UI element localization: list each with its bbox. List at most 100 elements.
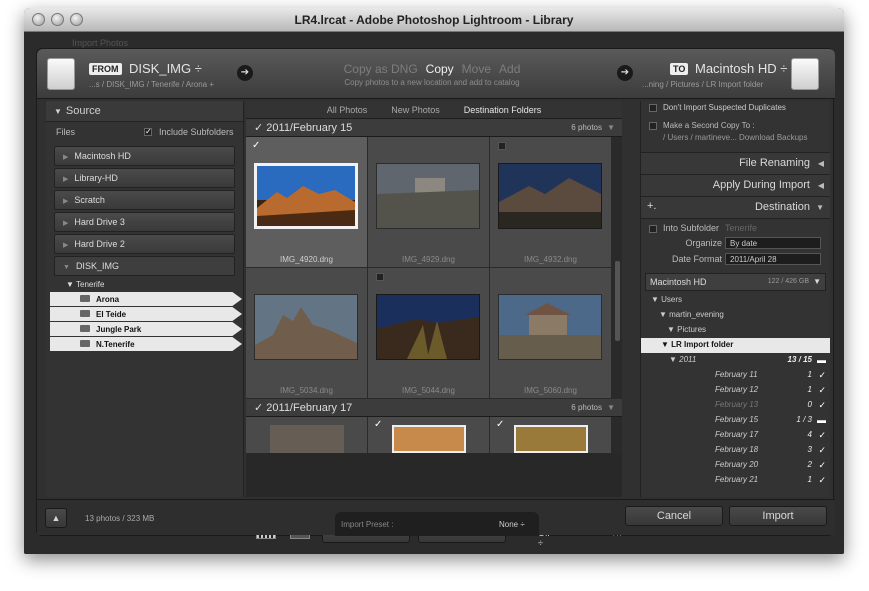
second-copy-path[interactable]: / Users / martineve... Download Backups bbox=[649, 130, 822, 142]
close-window-button[interactable] bbox=[32, 13, 45, 26]
checkbox[interactable] bbox=[649, 224, 657, 233]
minus-icon[interactable]: ▬ bbox=[817, 355, 826, 365]
folder-icon bbox=[80, 340, 90, 347]
volume-disk-img[interactable]: ▼ DISK_IMG bbox=[54, 256, 235, 276]
section-apply-during-import[interactable]: Apply During Import ◀ bbox=[641, 175, 830, 197]
zoom-window-button[interactable] bbox=[70, 13, 83, 26]
check-icon[interactable]: ✓ bbox=[496, 419, 504, 430]
tree-date-folder[interactable]: February 18 3 ✓ bbox=[641, 443, 830, 458]
check-icon[interactable]: ✓ bbox=[374, 419, 382, 430]
check-icon[interactable]: ✓ bbox=[818, 430, 826, 441]
mode-move[interactable]: Move bbox=[462, 62, 491, 76]
source-disk-icon[interactable] bbox=[47, 58, 75, 90]
check-icon[interactable]: ✓ bbox=[818, 475, 826, 486]
triangle-down-icon[interactable]: ▼ bbox=[607, 123, 615, 132]
photo-cell[interactable]: IMG_4929.dng bbox=[368, 137, 489, 267]
date-group-header[interactable]: ✓ 2011/February 17 6 photos ▼ bbox=[246, 399, 622, 417]
volume-hard-drive-2[interactable]: ▶ Hard Drive 2 bbox=[54, 234, 235, 254]
destination-volume[interactable]: Macintosh HD 122 / 426 GB ▼ bbox=[645, 273, 826, 291]
cancel-button[interactable]: Cancel bbox=[625, 506, 723, 526]
filter-new-photos[interactable]: New Photos bbox=[387, 104, 444, 116]
mode-add[interactable]: Add bbox=[499, 62, 520, 76]
organize-select[interactable]: By date bbox=[725, 237, 821, 249]
source-path: ...s / DISK_IMG / Tenerife / Arona + bbox=[89, 80, 215, 89]
second-copy-row[interactable]: Make a Second Copy To : / Users / martin… bbox=[641, 117, 830, 153]
import-preset-bar[interactable]: Import Preset : None ÷ bbox=[335, 512, 539, 536]
include-subfolders-checkbox[interactable]: ✓ bbox=[144, 128, 152, 136]
photo-cell[interactable]: IMG_5060.dng bbox=[490, 268, 611, 398]
tree-date-folder[interactable]: February 20 2 ✓ bbox=[641, 458, 830, 473]
section-file-renaming[interactable]: File Renaming ◀ bbox=[641, 153, 830, 175]
mode-copy[interactable]: Copy bbox=[426, 62, 454, 76]
folder-arona[interactable]: Arona bbox=[50, 292, 242, 306]
destination-name-menu[interactable]: Macintosh HD ÷ bbox=[695, 61, 787, 76]
tree-date-folder[interactable]: February 11 1 ✓ bbox=[641, 368, 830, 383]
destination-path: ...ning / Pictures / LR Import folder bbox=[642, 80, 764, 89]
tree-martin-evening[interactable]: ▼ martin_evening bbox=[641, 308, 830, 323]
check-icon[interactable]: ✓ bbox=[818, 460, 826, 471]
date-format-select[interactable]: 2011/April 28 bbox=[725, 253, 821, 265]
tree-date-folder[interactable]: February 17 4 ✓ bbox=[641, 428, 830, 443]
add-folder-icon[interactable]: +. bbox=[647, 200, 656, 212]
source-name-menu[interactable]: DISK_IMG ÷ bbox=[129, 61, 202, 76]
section-title: Destination bbox=[754, 201, 810, 213]
grid-scrollbar[interactable] bbox=[615, 261, 620, 341]
volume-library-hd[interactable]: ▶ Library-HD bbox=[54, 168, 235, 188]
mode-copy-as-dng[interactable]: Copy as DNG bbox=[344, 62, 418, 76]
check-icon[interactable]: ✓ bbox=[818, 445, 826, 456]
volume-scratch[interactable]: ▶ Scratch bbox=[54, 190, 235, 210]
tree-label: February 21 bbox=[715, 475, 759, 484]
tree-users[interactable]: ▼ Users bbox=[641, 293, 830, 308]
volume-name: Macintosh HD bbox=[650, 277, 707, 287]
tree-date-folder[interactable]: February 15 1 / 3 ▬ bbox=[641, 413, 830, 428]
section-title: File Renaming bbox=[739, 157, 810, 169]
check-icon[interactable]: ✓ bbox=[252, 141, 262, 151]
photo-cell[interactable]: ✓ bbox=[368, 417, 489, 453]
photo-cell[interactable]: ✓ bbox=[490, 417, 611, 453]
folder-tenerife[interactable]: ▼ Tenerife bbox=[46, 278, 243, 291]
tree-date-folder[interactable]: February 21 1 ✓ bbox=[641, 473, 830, 488]
folder-n-tenerife[interactable]: N.Tenerife bbox=[50, 337, 242, 351]
filter-all-photos[interactable]: All Photos bbox=[323, 104, 372, 116]
tree-date-folder[interactable]: February 13 0 ✓ bbox=[641, 398, 830, 413]
volume-hard-drive-3[interactable]: ▶ Hard Drive 3 bbox=[54, 212, 235, 232]
tree-pictures[interactable]: ▼ Pictures bbox=[641, 323, 830, 338]
destination-disk-icon[interactable] bbox=[791, 58, 819, 90]
photo-cell[interactable]: IMG_5034.dng bbox=[246, 268, 367, 398]
tree-date-folder[interactable]: February 12 1 ✓ bbox=[641, 383, 830, 398]
photo-cell[interactable]: IMG_5044.dng bbox=[368, 268, 489, 398]
source-header[interactable]: ▼ Source bbox=[46, 101, 243, 122]
check-icon[interactable]: ✓ bbox=[254, 122, 266, 134]
into-subfolder-row[interactable]: Into Subfolder Tenerife bbox=[641, 219, 830, 235]
check-icon[interactable]: ✓ bbox=[818, 370, 826, 381]
photo-cell[interactable]: ✓ IMG_4920.dng bbox=[246, 137, 367, 267]
volume-macintosh-hd[interactable]: ▶ Macintosh HD bbox=[54, 146, 235, 166]
photo-cell[interactable]: IMG_4932.dng bbox=[490, 137, 611, 267]
app-window: LR4.lrcat - Adobe Photoshop Lightroom - … bbox=[24, 8, 844, 554]
collapse-dialog-button[interactable]: ▲ bbox=[45, 508, 67, 528]
import-button[interactable]: Import bbox=[729, 506, 827, 526]
filter-destination-folders[interactable]: Destination Folders bbox=[460, 104, 546, 116]
section-destination[interactable]: +. Destination ▼ bbox=[641, 197, 830, 219]
triangle-down-icon[interactable]: ▼ bbox=[607, 403, 615, 412]
unchecked-checkbox[interactable] bbox=[498, 142, 506, 150]
photo-cell[interactable] bbox=[246, 417, 367, 453]
check-icon[interactable]: ✓ bbox=[818, 385, 826, 396]
date-group-header[interactable]: ✓ 2011/February 15 6 photos ▼ bbox=[246, 119, 622, 137]
check-icon[interactable]: ✓ bbox=[818, 400, 826, 411]
minus-icon[interactable]: ▬ bbox=[817, 415, 826, 425]
folder-jungle-park[interactable]: Jungle Park bbox=[50, 322, 242, 336]
tree-lr-import-folder[interactable]: ▼ LR Import folder bbox=[641, 338, 830, 353]
subfolder-name-field[interactable]: Tenerife bbox=[725, 223, 757, 233]
check-icon[interactable]: ✓ bbox=[254, 402, 266, 414]
dont-import-duplicates-row[interactable]: Don't Import Suspected Duplicates bbox=[641, 101, 830, 117]
unchecked-checkbox[interactable] bbox=[376, 273, 384, 281]
import-preset-select[interactable]: None ÷ bbox=[499, 520, 525, 529]
tree-label: Pictures bbox=[677, 325, 707, 334]
tree-year-2011[interactable]: ▼ 2011 13 / 15 ▬ bbox=[641, 353, 830, 368]
minimize-window-button[interactable] bbox=[51, 13, 64, 26]
checkbox[interactable] bbox=[649, 103, 657, 112]
checkbox[interactable] bbox=[649, 121, 657, 130]
folder-el-teide[interactable]: El Teide bbox=[50, 307, 242, 321]
triangle-right-icon: ▶ bbox=[63, 154, 69, 161]
